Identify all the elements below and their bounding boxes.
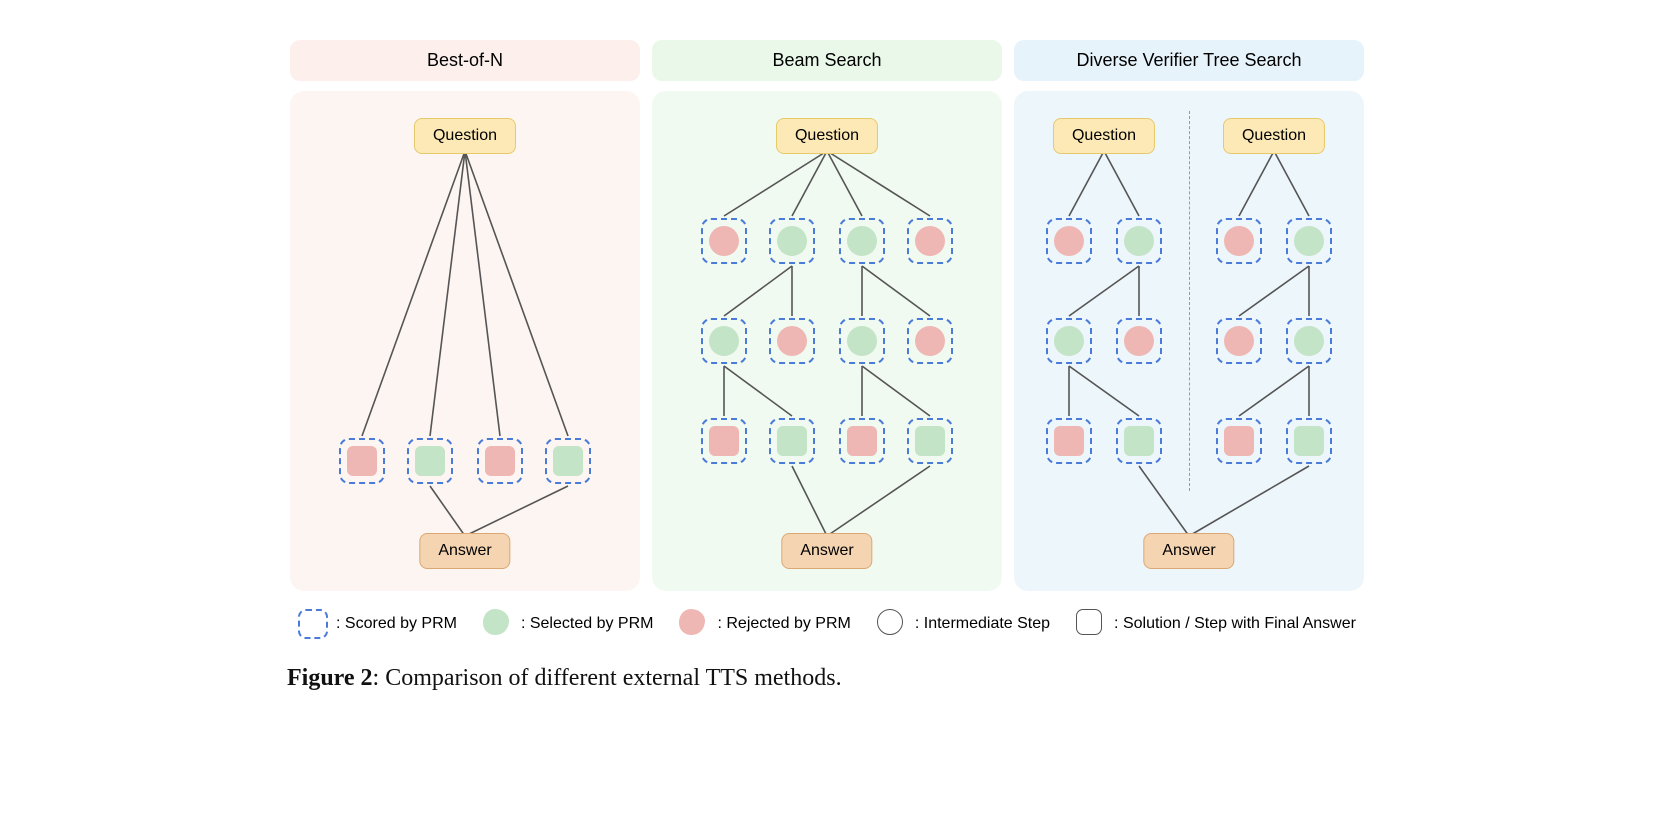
figure: Best-of-N Question Answer xyxy=(287,40,1367,692)
caption-prefix: Figure 2 xyxy=(287,665,373,691)
red-blob-icon xyxy=(679,609,709,639)
step-node xyxy=(839,218,885,264)
question-box: Question xyxy=(414,118,516,154)
step-node xyxy=(769,218,815,264)
step-node xyxy=(1286,318,1332,364)
step-node xyxy=(769,318,815,364)
square-outline-icon xyxy=(1076,609,1106,639)
step-node xyxy=(701,218,747,264)
step-node xyxy=(907,218,953,264)
panel-dvts: Diverse Verifier Tree Search xyxy=(1014,40,1364,591)
step-node xyxy=(1216,218,1262,264)
divider xyxy=(1189,111,1190,491)
solution-node xyxy=(1116,418,1162,464)
solution-node xyxy=(1286,418,1332,464)
step-node xyxy=(1046,218,1092,264)
step-node xyxy=(1046,318,1092,364)
legend-label: : Scored by PRM xyxy=(336,615,457,633)
solution-node xyxy=(701,418,747,464)
solution-node xyxy=(477,438,523,484)
solution-node xyxy=(907,418,953,464)
legend-label: : Solution / Step with Final Answer xyxy=(1114,615,1356,633)
caption-body: : Comparison of different external TTS m… xyxy=(373,665,842,691)
step-node xyxy=(701,318,747,364)
legend-item-solution: : Solution / Step with Final Answer xyxy=(1076,609,1356,639)
solution-node xyxy=(407,438,453,484)
question-box: Question xyxy=(1223,118,1325,154)
legend-item-rejected: : Rejected by PRM xyxy=(679,609,850,639)
panel-title: Beam Search xyxy=(652,40,1002,81)
legend-label: : Rejected by PRM xyxy=(717,615,850,633)
legend-item-selected: : Selected by PRM xyxy=(483,609,654,639)
step-node xyxy=(1216,318,1262,364)
green-blob-icon xyxy=(483,609,513,639)
panel-body: Question Question Answer xyxy=(1014,91,1364,591)
step-node xyxy=(1116,218,1162,264)
step-node xyxy=(1286,218,1332,264)
legend: : Scored by PRM : Selected by PRM : Reje… xyxy=(287,609,1367,639)
legend-item-intermediate: : Intermediate Step xyxy=(877,609,1050,639)
panel-beam-search: Beam Search xyxy=(652,40,1002,591)
question-box: Question xyxy=(776,118,878,154)
figure-caption: Figure 2: Comparison of different extern… xyxy=(287,665,1367,692)
step-node xyxy=(1116,318,1162,364)
step-node xyxy=(839,318,885,364)
panel-best-of-n: Best-of-N Question Answer xyxy=(290,40,640,591)
solution-node xyxy=(839,418,885,464)
panel-title: Best-of-N xyxy=(290,40,640,81)
question-box: Question xyxy=(1053,118,1155,154)
panels-row: Best-of-N Question Answer xyxy=(287,40,1367,591)
panel-body: Question Answer xyxy=(290,91,640,591)
panel-title: Diverse Verifier Tree Search xyxy=(1014,40,1364,81)
panel-body: Question Answer xyxy=(652,91,1002,591)
legend-label: : Intermediate Step xyxy=(915,615,1050,633)
dashed-square-icon xyxy=(298,609,328,639)
solution-node xyxy=(1046,418,1092,464)
answer-box: Answer xyxy=(781,533,872,569)
lines xyxy=(290,91,640,591)
solution-node xyxy=(1216,418,1262,464)
answer-box: Answer xyxy=(1143,533,1234,569)
circle-outline-icon xyxy=(877,609,907,639)
step-node xyxy=(907,318,953,364)
legend-item-scored: : Scored by PRM xyxy=(298,609,457,639)
solution-node xyxy=(339,438,385,484)
solution-node xyxy=(769,418,815,464)
legend-label: : Selected by PRM xyxy=(521,615,654,633)
answer-box: Answer xyxy=(419,533,510,569)
solution-node xyxy=(545,438,591,484)
